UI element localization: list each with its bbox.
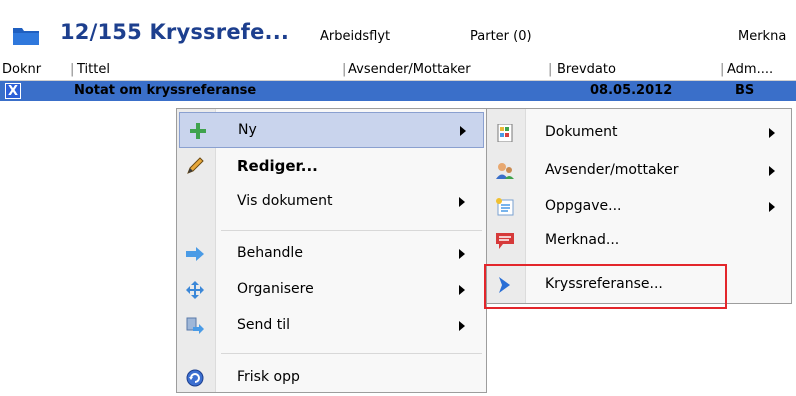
- row-adm: BS: [735, 83, 755, 98]
- submenu-item-oppgave[interactable]: Oppgave...: [487, 189, 791, 225]
- column-avsender[interactable]: Avsender/Mottaker: [348, 62, 471, 77]
- refresh-icon: [186, 369, 204, 387]
- menu-item-vis-dokument[interactable]: Vis dokument: [177, 184, 486, 220]
- menu-item-label: Oppgave...: [545, 198, 622, 214]
- submenu-item-avsender-mottaker[interactable]: Avsender/mottaker: [487, 153, 791, 189]
- menu-item-label: Dokument: [545, 124, 618, 140]
- page-title: 12/155 Kryssrefe...: [60, 20, 290, 44]
- submenu-arrow-icon: [459, 249, 465, 259]
- document-type-badge: X: [5, 83, 21, 99]
- menu-item-label: Ny: [238, 122, 257, 138]
- submenu-arrow-icon: [459, 285, 465, 295]
- menu-item-frisk-opp[interactable]: Frisk opp: [177, 360, 486, 396]
- menu-item-label: Behandle: [237, 245, 303, 261]
- table-row[interactable]: X Notat om kryssreferanse 08.05.2012 BS: [0, 81, 796, 101]
- row-date: 08.05.2012: [590, 83, 673, 98]
- tab-parter[interactable]: Parter (0): [470, 29, 532, 44]
- menu-item-label: Avsender/mottaker: [545, 162, 679, 178]
- tab-merknad[interactable]: Merkna: [738, 29, 786, 44]
- column-doknr[interactable]: Doknr: [2, 62, 41, 77]
- contacts-icon: [496, 163, 514, 179]
- comment-icon: [496, 233, 514, 249]
- submenu-item-merknad[interactable]: Merknad...: [487, 223, 791, 259]
- menu-item-behandle[interactable]: Behandle: [177, 236, 486, 272]
- column-tittel[interactable]: Tittel: [77, 62, 110, 77]
- column-brevdato[interactable]: Brevdato: [557, 62, 616, 77]
- process-arrow-icon: [186, 247, 204, 261]
- menu-item-ny[interactable]: Ny: [179, 112, 484, 148]
- add-icon: [190, 123, 206, 139]
- submenu-arrow-icon: [769, 202, 775, 212]
- menu-separator: [221, 353, 482, 354]
- highlight-outline: [484, 264, 727, 309]
- column-divider: |: [342, 62, 347, 77]
- submenu-arrow-icon: [459, 197, 465, 207]
- column-divider: |: [548, 62, 553, 77]
- submenu-arrow-icon: [460, 126, 466, 136]
- column-adm[interactable]: Adm....: [727, 62, 773, 77]
- submenu-arrow-icon: [769, 166, 775, 176]
- menu-item-send-til[interactable]: Send til: [177, 308, 486, 344]
- menu-item-label: Send til: [237, 317, 290, 333]
- column-divider: |: [720, 62, 725, 77]
- tab-arbeidsflyt[interactable]: Arbeidsflyt: [320, 29, 390, 44]
- send-icon: [186, 317, 204, 334]
- menu-item-organisere[interactable]: Organisere: [177, 272, 486, 308]
- task-icon: [496, 198, 514, 216]
- submenu-item-dokument[interactable]: Dokument: [487, 115, 791, 151]
- folder-icon: [13, 28, 39, 45]
- column-header-row: Doknr | Tittel | Avsender/Mottaker | Bre…: [0, 60, 796, 81]
- column-divider: |: [70, 62, 75, 77]
- document-icon: [497, 124, 513, 142]
- menu-item-label: Vis dokument: [237, 193, 333, 209]
- title-bar: 12/155 Kryssrefe... Arbeidsflyt Parter (…: [0, 0, 796, 56]
- menu-item-rediger[interactable]: Rediger...: [177, 148, 486, 184]
- context-menu: Ny Rediger... Vis dokument Behandle Orga…: [176, 108, 487, 393]
- pencil-icon: [187, 157, 204, 174]
- menu-item-label: Organisere: [237, 281, 314, 297]
- menu-item-label: Frisk opp: [237, 369, 300, 385]
- submenu-arrow-icon: [459, 321, 465, 331]
- menu-item-label: Merknad...: [545, 232, 620, 248]
- menu-item-label: Rediger...: [237, 157, 318, 175]
- menu-separator: [221, 230, 482, 231]
- row-title: Notat om kryssreferanse: [74, 83, 257, 98]
- submenu-arrow-icon: [769, 128, 775, 138]
- move-icon: [186, 281, 204, 299]
